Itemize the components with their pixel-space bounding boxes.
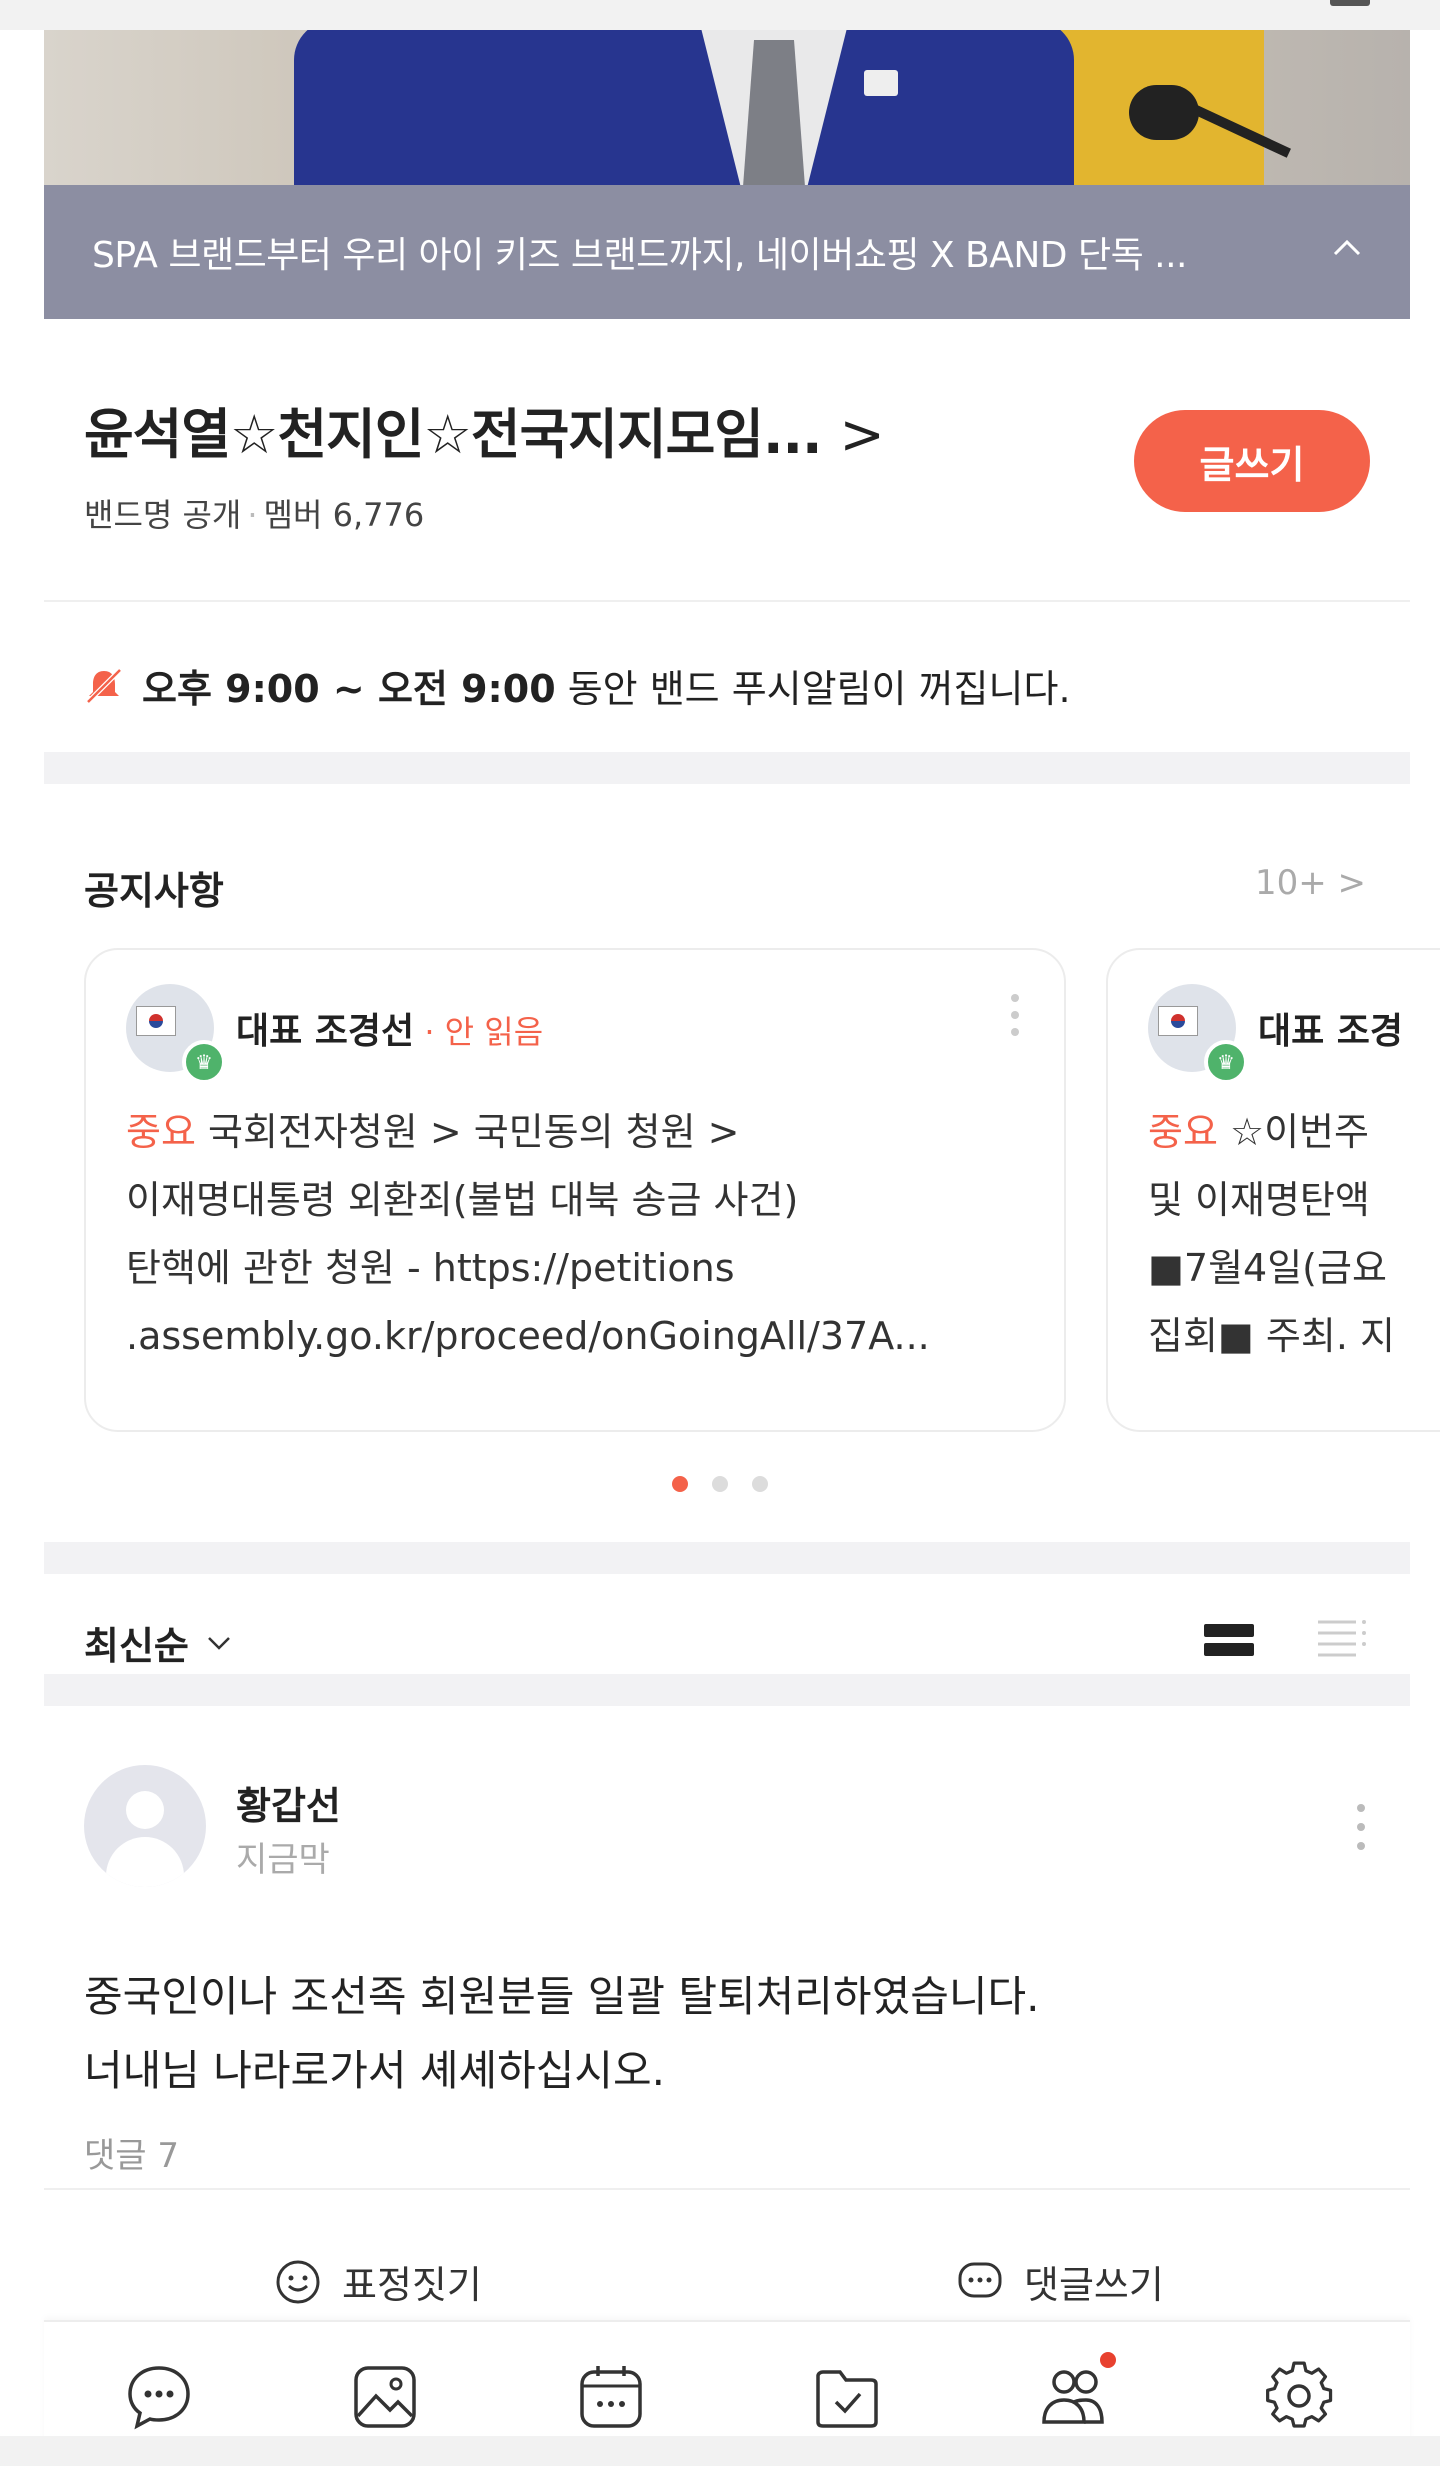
bell-off-icon (86, 667, 122, 704)
members-icon (1042, 2370, 1104, 2424)
checklist-icon (816, 2370, 878, 2428)
section-gap (44, 752, 1410, 784)
top-status-strip (0, 0, 1440, 30)
important-tag: 중요 (1148, 1110, 1218, 1154)
post-line: 너내님 나라로가서 셰셰하십시오. (84, 2046, 666, 2095)
sort-label: 최신순 (84, 1624, 189, 1668)
pager-dot[interactable] (752, 1476, 768, 1492)
band-page: SPA 브랜드부터 우리 아이 키즈 브랜드까지, 네이버쇼핑 X BAND 단… (44, 30, 1440, 2466)
pager-dot[interactable] (712, 1476, 728, 1492)
photo-icon (354, 2366, 416, 2428)
band-visibility: 밴드명 공개 (84, 496, 242, 534)
list-view-icon[interactable] (1316, 1616, 1368, 1660)
comment-count[interactable]: 댓글 7 (84, 2128, 179, 2177)
settings-icon (1266, 2361, 1333, 2428)
comment-bubble-icon (958, 2262, 1002, 2297)
more-vertical-icon[interactable] (1356, 1800, 1366, 1854)
notice-author-name: 대표 조경 (1258, 1011, 1404, 1052)
post-line: 중국인이나 조선족 회원분들 일괄 탈퇴처리하였습니다. (84, 1972, 1040, 2021)
post-actions: 표정짓기 댓글쓰기 (44, 2254, 1410, 2314)
band-meta: 밴드명 공개 · 멤버 6,776 (84, 490, 424, 536)
notice-line: 중요 ☆이번주 (1148, 1098, 1440, 1166)
tab-photos[interactable] (346, 2358, 424, 2436)
comment-button[interactable]: 댓글쓰기 (956, 2254, 1164, 2309)
notice-card[interactable]: ♛ 대표 조경선 · 안 읽음 중요 국회전자청원 > 국민동의 청원 > 이재… (84, 948, 1066, 1432)
band-member-count[interactable]: 멤버 6,776 (264, 496, 425, 534)
promo-text: SPA 브랜드부터 우리 아이 키즈 브랜드까지, 네이버쇼핑 X BAND 단… (92, 235, 1188, 276)
more-vertical-icon[interactable] (1010, 990, 1020, 1040)
mute-time-range: 오후 9:00 ~ 오전 9:00 (142, 667, 556, 711)
notice-more-link[interactable]: 10+ > (1255, 863, 1366, 903)
notice-card[interactable]: ♛ 대표 조경 중요 ☆이번주 및 이재명탄액 ■7월4일(금요 집회■ 주최.… (1106, 948, 1440, 1432)
card-view-icon[interactable] (1202, 1620, 1256, 1660)
smiley-icon (276, 2260, 320, 2303)
cover-flag-pin (864, 70, 898, 96)
notice-line: 집회■ 주최. 지 (1148, 1314, 1395, 1358)
push-mute-notice[interactable]: 오후 9:00 ~ 오전 9:00 동안 밴드 푸시알림이 꺼집니다. (84, 658, 1071, 713)
notice-body: 중요 국회전자청원 > 국민동의 청원 > 이재명대통령 외환죄(불법 대북 송… (126, 1098, 1036, 1370)
chevron-right-icon: > (839, 403, 885, 466)
cover-microphone (1129, 85, 1199, 140)
tab-chat[interactable] (120, 2358, 198, 2436)
notice-heading: 공지사항 (84, 869, 224, 913)
section-gap (44, 1542, 1410, 1574)
notice-author: 대표 조경선 · 안 읽음 (236, 1002, 543, 1054)
cover-image[interactable] (44, 30, 1410, 185)
comment-label: 댓글쓰기 (1024, 2263, 1164, 2307)
react-label: 표정짓기 (342, 2263, 482, 2307)
divider (44, 600, 1410, 602)
carousel-pager[interactable] (672, 1476, 768, 1492)
korea-flag-icon (1158, 1006, 1198, 1036)
unread-status: · 안 읽음 (414, 1013, 544, 1051)
band-title-text: 윤석열☆천지인☆전국지지모임... (84, 403, 823, 466)
react-button[interactable]: 표정짓기 (274, 2254, 482, 2309)
notice-body: 중요 ☆이번주 및 이재명탄액 ■7월4일(금요 집회■ 주최. 지 (1148, 1098, 1440, 1370)
cover-suit (294, 30, 1074, 185)
notification-badge (1100, 2352, 1116, 2368)
tab-todo[interactable] (808, 2358, 886, 2436)
korea-flag-icon (136, 1006, 176, 1036)
handle-mark (1330, 0, 1370, 6)
notice-line: 이재명대통령 외환죄(불법 대북 송금 사건) (126, 1178, 799, 1222)
mute-text: 동안 밴드 푸시알림이 꺼집니다. (555, 667, 1071, 711)
calendar-icon (580, 2366, 642, 2428)
notice-author-name: 대표 조경선 (236, 1011, 415, 1052)
avatar[interactable] (84, 1765, 206, 1887)
notice-line: .assembly.go.kr/proceed/onGoingAll/37A..… (126, 1314, 930, 1358)
promo-banner[interactable]: SPA 브랜드부터 우리 아이 키즈 브랜드까지, 네이버쇼핑 X BAND 단… (44, 185, 1410, 319)
write-post-button[interactable]: 글쓰기 (1134, 410, 1370, 512)
notice-line: 탄핵에 관한 청원 - https://petitions (126, 1246, 735, 1290)
section-gap (44, 1674, 1410, 1706)
notice-line: 및 이재명탄액 (1148, 1178, 1370, 1222)
notice-line: 중요 국회전자청원 > 국민동의 청원 > (126, 1098, 1036, 1166)
band-title[interactable]: 윤석열☆천지인☆전국지지모임... > (84, 390, 885, 469)
crown-icon: ♛ (1204, 1040, 1248, 1084)
post-author[interactable]: 황갑선 (236, 1775, 341, 1830)
pager-dot-active[interactable] (672, 1476, 688, 1492)
meta-separator: · (247, 496, 258, 534)
tab-members[interactable] (1034, 2352, 1116, 2436)
crown-icon: ♛ (182, 1040, 226, 1084)
divider (44, 2188, 1410, 2190)
notice-line: ■7월4일(금요 (1148, 1246, 1387, 1290)
post-body[interactable]: 중국인이나 조선족 회원분들 일괄 탈퇴처리하였습니다. 너내님 나라로가서 셰… (84, 1960, 1364, 2108)
avatar-head (126, 1791, 164, 1829)
tab-calendar[interactable] (572, 2358, 650, 2436)
sort-dropdown[interactable]: 최신순 (84, 1615, 233, 1670)
chevron-down-icon (208, 1636, 230, 1650)
bottom-strip (0, 2436, 1440, 2466)
tab-settings[interactable] (1260, 2358, 1338, 2436)
chevron-up-icon[interactable] (1330, 230, 1364, 264)
post-timestamp: 지금막 (236, 1840, 330, 1880)
avatar-body (106, 1837, 184, 1887)
chat-icon (128, 2366, 190, 2430)
important-tag: 중요 (126, 1110, 196, 1154)
notice-line-text: ☆이번주 (1217, 1110, 1369, 1154)
notice-line-text: 국회전자청원 > 국민동의 청원 > (195, 1110, 740, 1154)
